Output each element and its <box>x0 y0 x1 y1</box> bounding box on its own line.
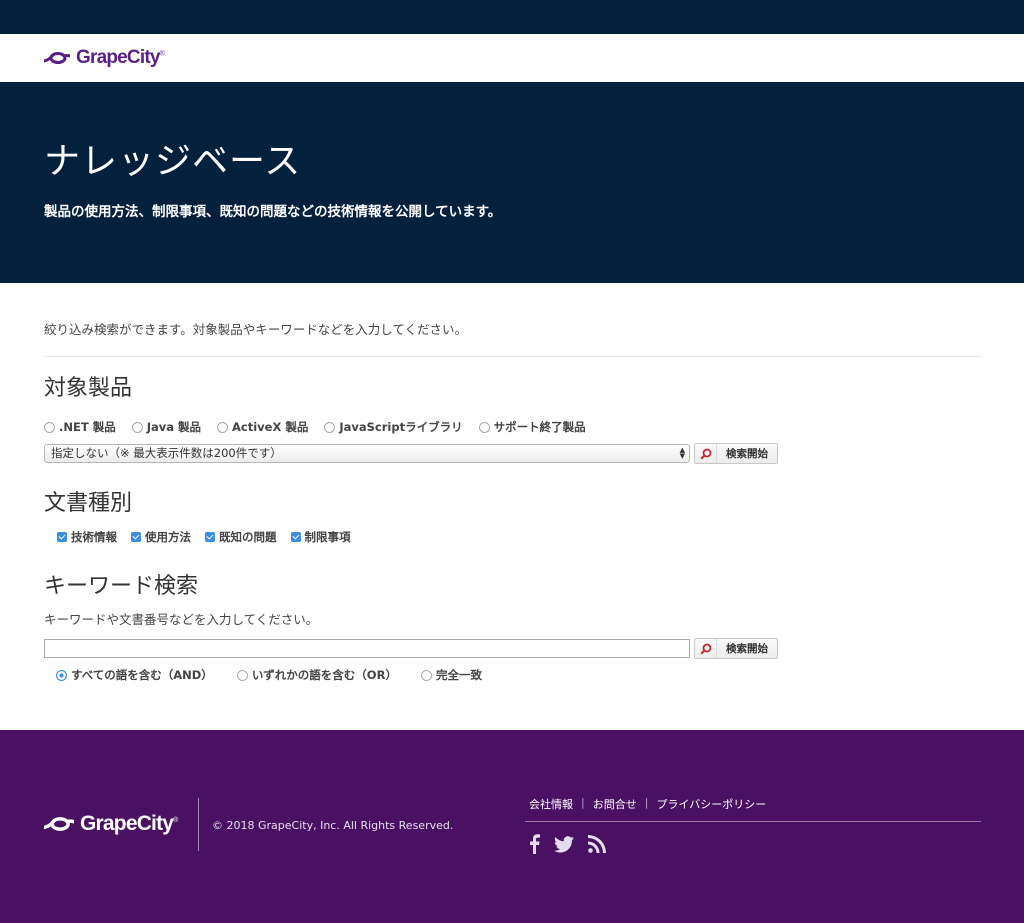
rss-icon[interactable] <box>588 835 606 853</box>
product-radio-group: .NET 製品 Java 製品 ActiveX 製品 JavaScriptライブ… <box>44 419 981 435</box>
product-radio-javascript[interactable]: JavaScriptライブラリ <box>324 419 463 435</box>
product-search-row: 指定しない（※ 最大表示件数は200件です） ▲ ▼ 検索開始 <box>44 443 981 464</box>
select-arrows-icon: ▲ ▼ <box>679 446 685 460</box>
product-radio-net[interactable]: .NET 製品 <box>44 419 116 435</box>
product-select[interactable]: 指定しない（※ 最大表示件数は200件です） ▲ ▼ <box>44 444 690 463</box>
link-separator: | <box>644 796 649 809</box>
product-radio-activex[interactable]: ActiveX 製品 <box>217 419 308 435</box>
radio-icon[interactable] <box>478 421 490 433</box>
hero-banner: ナレッジベース 製品の使用方法、制限事項、既知の問題などの技術情報を公開していま… <box>0 82 1024 283</box>
keyword-search-button[interactable]: 検索開始 <box>694 638 778 659</box>
doctype-check-usage[interactable]: 使用方法 <box>131 529 191 545</box>
search-icon <box>695 444 717 463</box>
footer-links: 会社情報 | お問合せ | プライバシーポリシー <box>529 796 766 812</box>
keyword-hint: キーワードや文書番号などを入力してください。 <box>44 612 319 627</box>
logo-text: GrapeCity® <box>76 47 165 68</box>
doctype-check-tech[interactable]: 技術情報 <box>57 529 117 545</box>
radio-icon[interactable] <box>44 421 55 433</box>
checkbox-checked-icon[interactable] <box>57 532 67 542</box>
site-footer: GrapeCity® © 2018 GrapeCity, Inc. All Ri… <box>0 730 1024 923</box>
mode-radio-or[interactable]: いずれかの語を含む（OR） <box>236 667 397 683</box>
footer-logo-text: GrapeCity® <box>80 812 178 835</box>
product-search-button[interactable]: 検索開始 <box>694 443 778 464</box>
doctype-check-known[interactable]: 既知の問題 <box>205 529 277 545</box>
copyright: © 2018 GrapeCity, Inc. All Rights Reserv… <box>212 819 454 832</box>
search-panel: 絞り込み検索ができます。対象製品やキーワードなどを入力してください。 対象製品 … <box>0 283 1024 730</box>
checkbox-checked-icon[interactable] <box>205 532 215 542</box>
footer-link-contact[interactable]: お問合せ <box>593 796 637 812</box>
page-title: ナレッジベース <box>44 141 302 182</box>
keyword-mode-group: すべての語を含む（AND） いずれかの語を含む（OR） 完全一致 <box>56 667 981 683</box>
radio-icon[interactable] <box>236 669 248 681</box>
product-radio-eol[interactable]: サポート終了製品 <box>478 419 586 435</box>
radio-icon[interactable] <box>131 421 143 433</box>
product-section-title: 対象製品 <box>44 376 133 401</box>
intro-text: 絞り込み検索ができます。対象製品やキーワードなどを入力してください。 <box>44 319 981 357</box>
radio-icon[interactable] <box>324 421 336 433</box>
keyword-section-title: キーワード検索 <box>44 574 199 599</box>
keyword-search-row: 検索開始 <box>44 638 981 659</box>
search-icon <box>695 639 717 658</box>
mode-radio-and[interactable]: すべての語を含む（AND） <box>56 667 213 683</box>
twitter-icon[interactable] <box>554 835 574 853</box>
footer-link-privacy[interactable]: プライバシーポリシー <box>656 796 766 812</box>
grapecity-logo-icon <box>44 52 70 64</box>
page-subtitle: 製品の使用方法、制限事項、既知の問題などの技術情報を公開しています。 <box>44 204 502 220</box>
facebook-icon[interactable] <box>529 834 540 854</box>
product-radio-java[interactable]: Java 製品 <box>131 419 201 435</box>
doctype-checkbox-group: 技術情報 使用方法 既知の問題 制限事項 <box>57 529 981 545</box>
footer-divider <box>198 798 199 851</box>
footer-rule <box>525 821 981 822</box>
checkbox-checked-icon[interactable] <box>290 532 301 542</box>
grapecity-logo[interactable]: GrapeCity® <box>44 47 165 69</box>
site-header: GrapeCity® <box>0 34 1024 82</box>
link-separator: | <box>581 796 585 809</box>
doctype-section-title: 文書種別 <box>44 491 133 516</box>
top-bar <box>0 0 1024 34</box>
grapecity-logo-icon <box>44 817 74 831</box>
mode-radio-exact[interactable]: 完全一致 <box>420 667 482 683</box>
doctype-check-limits[interactable]: 制限事項 <box>290 529 351 545</box>
keyword-input[interactable] <box>44 639 690 658</box>
social-links <box>529 834 606 854</box>
footer-link-company[interactable]: 会社情報 <box>529 796 573 812</box>
footer-logo[interactable]: GrapeCity® <box>44 812 178 836</box>
radio-icon[interactable] <box>420 669 432 681</box>
radio-icon[interactable] <box>217 421 229 433</box>
checkbox-checked-icon[interactable] <box>131 532 141 542</box>
radio-selected-icon[interactable] <box>56 669 67 681</box>
